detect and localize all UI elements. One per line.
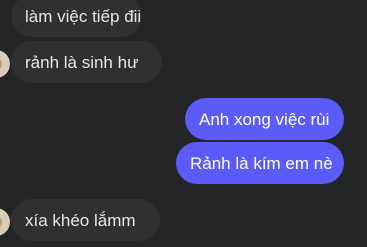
message-text: rảnh là sinh hư	[25, 52, 139, 72]
message-text: Rảnh là kím em nè	[190, 153, 333, 173]
message-text: làm việc tiếp đii	[25, 6, 142, 26]
message-bubble-received[interactable]: rảnh là sinh hư	[11, 41, 162, 83]
message-text: Anh xong việc rùi	[199, 109, 330, 129]
message-bubble-received[interactable]: xía khéo lắmm	[11, 199, 160, 241]
message-text: xía khéo lắmm	[25, 210, 136, 230]
message-bubble-received[interactable]: làm việc tiếp đii	[11, 0, 142, 37]
contact-avatar[interactable]	[0, 50, 10, 78]
message-bubble-sent[interactable]: Anh xong việc rùi	[185, 98, 344, 140]
message-bubble-sent[interactable]: Rảnh là kím em nè	[176, 142, 344, 184]
contact-avatar[interactable]	[0, 208, 10, 236]
